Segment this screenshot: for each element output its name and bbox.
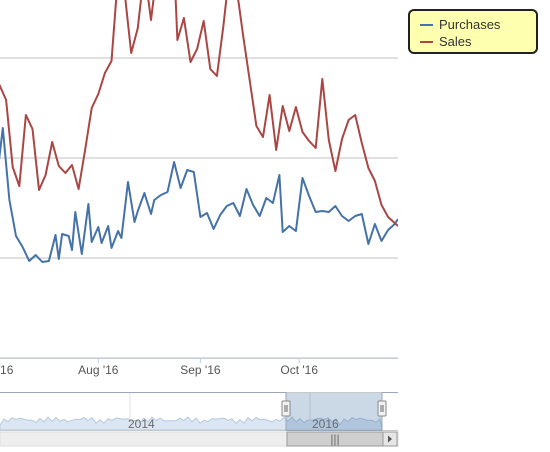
- navigator-handle-left[interactable]: [281, 400, 291, 417]
- navigator-handle-right[interactable]: [377, 400, 387, 417]
- x-tick-label: Oct '16: [280, 363, 318, 377]
- x-tick-label: Sep '16: [180, 363, 221, 377]
- x-tick-label: Jul '16: [0, 363, 14, 377]
- legend-label-sales: Sales: [439, 34, 472, 49]
- legend-swatch-sales: [420, 40, 433, 43]
- scrollbar-grip: |||: [330, 432, 339, 446]
- legend-label-purchases: Purchases: [439, 17, 501, 32]
- legend-item-purchases[interactable]: Purchases: [420, 16, 526, 33]
- plot-area: [0, 0, 398, 263]
- series-line-purchases: [0, 127, 398, 263]
- legend-item-sales[interactable]: Sales: [420, 33, 526, 50]
- legend-swatch-purchases: [420, 23, 433, 26]
- legend: Purchases Sales: [408, 9, 538, 54]
- chart: Jul '16 Aug '16 Sep '16 Oct '16 2014 2016|||: [0, 0, 399, 447]
- x-tick-label: Aug '16: [78, 363, 119, 377]
- navigator[interactable]: 2014 2016|||: [0, 392, 399, 447]
- x-axis: Jul '16 Aug '16 Sep '16 Oct '16: [0, 358, 398, 377]
- navigator-label-2014: 2014: [128, 417, 155, 431]
- navigator-label-2016: 2016: [312, 417, 339, 431]
